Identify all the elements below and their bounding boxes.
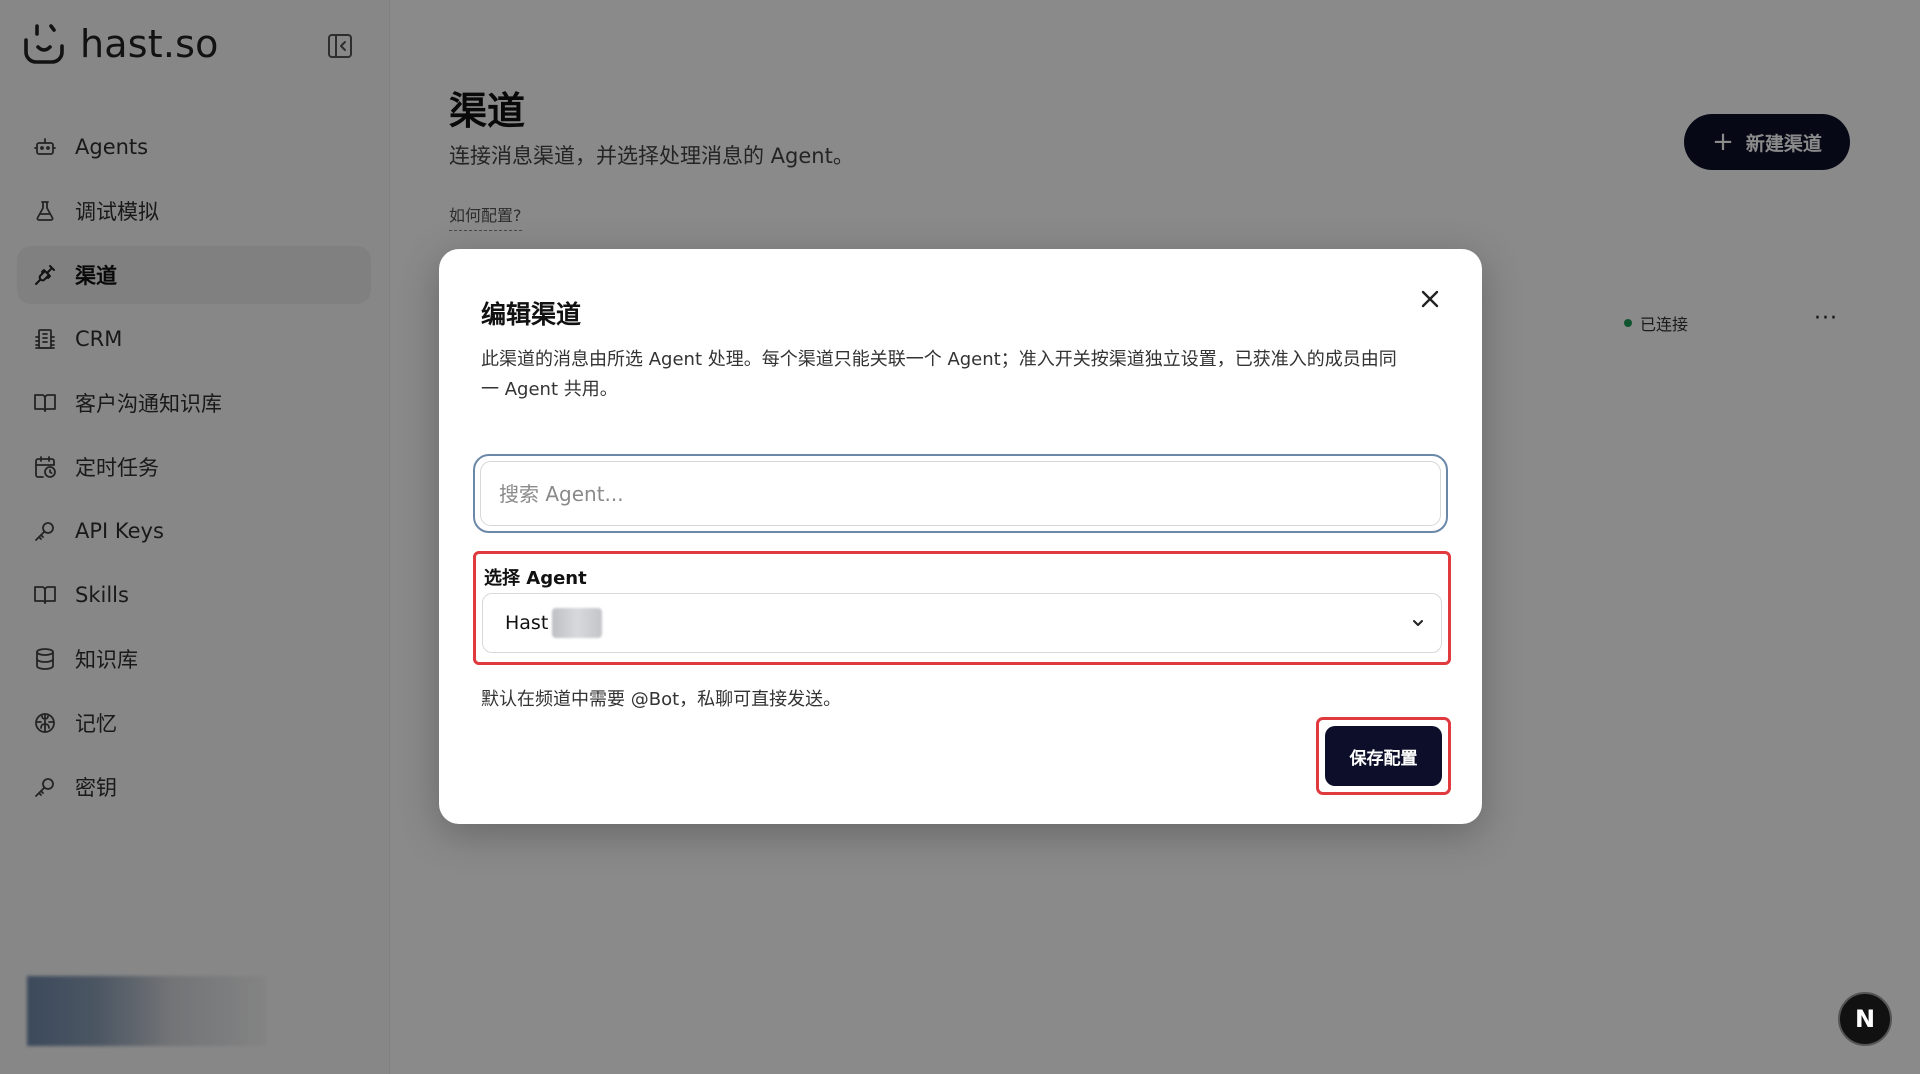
floating-badge[interactable]: N xyxy=(1838,992,1892,1046)
edit-channel-modal: 编辑渠道 此渠道的消息由所选 Agent 处理。每个渠道只能关联一个 Agent… xyxy=(439,249,1482,824)
save-button-highlight: 保存配置 xyxy=(1316,717,1451,795)
modal-description: 此渠道的消息由所选 Agent 处理。每个渠道只能关联一个 Agent；准入开关… xyxy=(481,349,1397,400)
mention-hint: 默认在频道中需要 @Bot，私聊可直接发送。 xyxy=(481,689,842,710)
redacted-text xyxy=(552,608,603,638)
modal-title: 编辑渠道 xyxy=(481,300,582,329)
chevron-down-icon xyxy=(1413,620,1423,626)
agent-select[interactable]: Hast xyxy=(482,593,1442,653)
save-config-button[interactable]: 保存配置 xyxy=(1325,726,1442,786)
close-icon[interactable] xyxy=(1418,287,1442,311)
agent-select-group: 选择 Agent Hast xyxy=(473,551,1451,665)
agent-select-label: 选择 Agent xyxy=(484,568,587,589)
agent-select-value: Hast xyxy=(505,612,549,634)
agent-search-input[interactable] xyxy=(480,461,1441,526)
agent-search-wrapper xyxy=(473,454,1448,533)
